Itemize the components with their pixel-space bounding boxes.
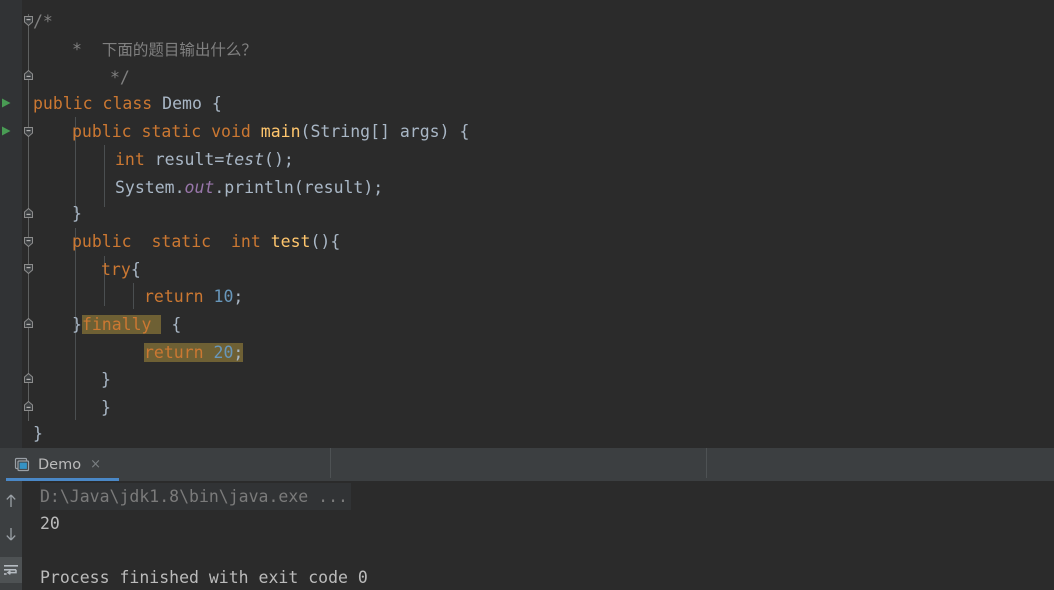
keyword-int: int <box>115 150 145 169</box>
brace-token: { <box>130 260 141 279</box>
brace-token: { <box>161 315 182 334</box>
code-line[interactable]: * 下面的题目输出什么？ <box>72 36 257 64</box>
method-tail: (){ <box>310 232 341 251</box>
keyword-int: int <box>230 232 261 251</box>
code-line[interactable]: int result=test(); <box>115 146 294 174</box>
keyword-public: public <box>72 232 132 251</box>
code-line[interactable]: public static void main(String[] args) { <box>72 118 469 146</box>
console-window-icon <box>14 457 30 473</box>
keyword-return: return <box>144 287 204 306</box>
run-tab-demo[interactable]: Demo × <box>0 448 124 481</box>
call-tail: (); <box>264 150 294 169</box>
console-line-command: D:\Java\jdk1.8\bin\java.exe ... <box>40 483 351 510</box>
tabbar-divider <box>706 448 707 478</box>
variable-result: result= <box>144 150 225 169</box>
number-literal-highlighted: 20 <box>213 343 234 362</box>
comment-end-token: */ <box>110 68 130 87</box>
run-tool-window: Demo × D:\Java\jdk1.8\bin\java.exe ... 2… <box>0 448 1054 590</box>
static-field-out: out <box>184 178 215 197</box>
code-line[interactable]: } <box>72 200 82 228</box>
number-literal: 10 <box>213 287 234 306</box>
semicolon: ; <box>233 343 244 362</box>
keyword-static: static <box>141 122 202 141</box>
soft-wrap-button[interactable] <box>0 557 22 583</box>
method-name-main: main <box>260 122 301 141</box>
brace-token: } <box>101 398 111 417</box>
class-name: Demo <box>162 94 202 113</box>
brace-token: } <box>72 315 82 334</box>
method-params: String[] args <box>310 122 440 141</box>
keyword-public: public <box>72 122 132 141</box>
comment-token: /* <box>33 12 53 31</box>
console-output[interactable]: D:\Java\jdk1.8\bin\java.exe ... 20 Proce… <box>22 481 1054 590</box>
method-name-test: test <box>270 232 311 251</box>
code-line[interactable]: } <box>33 420 43 448</box>
keyword-finally-highlighted: finally <box>81 315 152 334</box>
code-line[interactable]: */ <box>110 64 130 92</box>
ide-window: /* * 下面的题目输出什么？ */ public class Demo { p… <box>0 0 1054 590</box>
code-line[interactable]: public static int test(){ <box>72 228 340 256</box>
comment-text-cn: 下面的题目输出什么？ <box>101 41 257 59</box>
semicolon: ; <box>233 287 244 306</box>
code-line[interactable]: } <box>101 366 111 394</box>
code-line[interactable]: public class Demo { <box>33 90 222 118</box>
brace-token: } <box>33 424 43 443</box>
keyword-try: try <box>101 260 131 279</box>
code-line[interactable]: } <box>101 394 111 422</box>
code-line[interactable]: System.out.println(result); <box>115 174 383 202</box>
code-lines: /* * 下面的题目输出什么？ */ public class Demo { p… <box>0 0 1054 448</box>
keyword-return-highlighted: return <box>144 343 204 362</box>
run-tab-label: Demo <box>38 456 82 473</box>
code-line[interactable]: /* <box>33 8 53 36</box>
tabbar-divider <box>330 448 331 478</box>
console-line-output: 20 <box>40 514 60 533</box>
console-toolbar <box>0 481 22 590</box>
code-line[interactable]: }finally { <box>72 311 181 339</box>
code-line[interactable]: return 10; <box>144 283 243 311</box>
code-line[interactable]: return 20; <box>144 339 244 367</box>
keyword-class: class <box>102 94 153 113</box>
code-line[interactable]: try{ <box>101 256 141 284</box>
system-token: System. <box>115 178 185 197</box>
paren-open: ( <box>300 122 311 141</box>
keyword-public: public <box>33 94 93 113</box>
brace-token: } <box>101 370 111 389</box>
scroll-down-button[interactable] <box>0 521 22 547</box>
println-token: .println(result); <box>214 178 384 197</box>
keyword-static: static <box>151 232 212 251</box>
close-icon[interactable]: × <box>90 458 101 471</box>
scroll-up-button[interactable] <box>0 488 22 514</box>
brace-token: { <box>211 94 222 113</box>
keyword-void: void <box>211 122 251 141</box>
console-line-status: Process finished with exit code 0 <box>40 568 368 587</box>
method-call-test: test <box>224 150 265 169</box>
comment-star: * <box>72 40 82 59</box>
run-tab-bar: Demo × <box>0 448 1054 481</box>
brace-token: } <box>72 204 82 223</box>
paren-close: ) { <box>439 122 470 141</box>
code-editor[interactable]: /* * 下面的题目输出什么？ */ public class Demo { p… <box>0 0 1054 448</box>
